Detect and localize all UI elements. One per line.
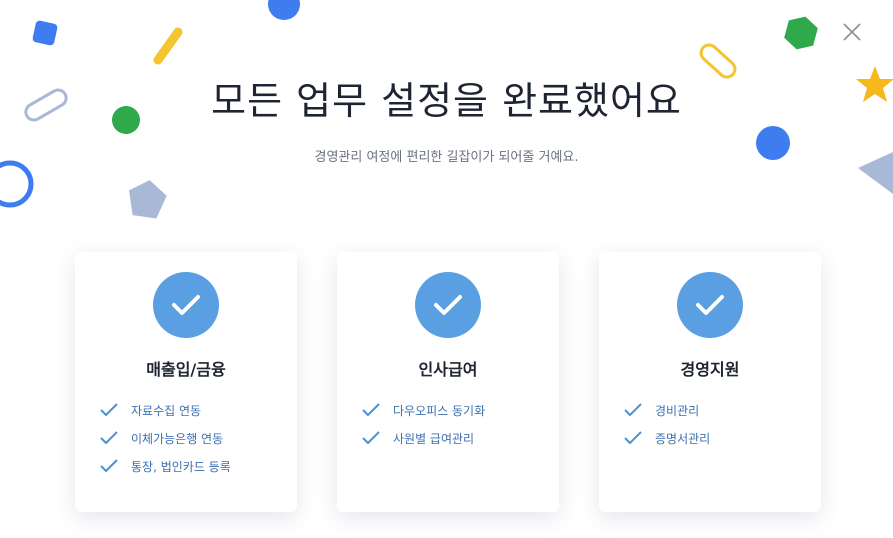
check-icon xyxy=(624,403,642,417)
list-item: 증명서관리 xyxy=(623,424,710,452)
checkmark-icon xyxy=(172,295,200,315)
checkmark-icon xyxy=(696,295,724,315)
close-button[interactable] xyxy=(838,18,866,46)
list-item-label: 사원별 급여관리 xyxy=(393,431,475,446)
list-item: 경비관리 xyxy=(623,396,710,424)
confetti-blue-ring xyxy=(0,160,34,208)
list-item: 이체가능은행 연동 xyxy=(99,424,231,452)
confetti-green-hexagon xyxy=(784,16,818,50)
check-icon xyxy=(100,459,118,473)
setup-card-sales-finance: 매출입/금융 자료수집 연동 이체가능은행 연동 통장, 법인카드 등록 xyxy=(75,252,297,512)
checkmark-icon xyxy=(434,295,462,315)
list-item: 사원별 급여관리 xyxy=(361,424,485,452)
list-item-label: 증명서관리 xyxy=(655,431,711,446)
card-title: 경영지원 xyxy=(680,360,740,379)
check-circle-icon xyxy=(415,272,481,338)
card-item-list: 경비관리 증명서관리 xyxy=(623,396,710,452)
confetti-yellow-pill xyxy=(153,27,183,65)
confetti-gray-pentagon xyxy=(129,180,167,219)
list-item-label: 다우오피스 동기화 xyxy=(393,403,486,418)
confetti-blue-circle-top xyxy=(268,0,300,20)
check-icon xyxy=(362,431,380,445)
list-item-label: 경비관리 xyxy=(655,403,700,418)
list-item: 자료수집 연동 xyxy=(99,396,231,424)
check-icon xyxy=(100,431,118,445)
page-title: 모든 업무 설정을 완료했어요 xyxy=(211,79,682,123)
check-icon xyxy=(100,403,118,417)
list-item: 다우오피스 동기화 xyxy=(361,396,485,424)
close-icon xyxy=(843,23,861,41)
card-title: 매출입/금융 xyxy=(146,360,226,379)
card-title: 인사급여 xyxy=(418,360,478,379)
check-circle-icon xyxy=(677,272,743,338)
setup-card-hr-payroll: 인사급여 다우오피스 동기화 사원별 급여관리 xyxy=(337,252,559,512)
check-icon xyxy=(624,431,642,445)
setup-card-management-support: 경영지원 경비관리 증명서관리 xyxy=(599,252,821,512)
check-icon xyxy=(362,403,380,417)
check-circle-icon xyxy=(153,272,219,338)
list-item-label: 자료수집 연동 xyxy=(131,403,202,418)
card-item-list: 다우오피스 동기화 사원별 급여관리 xyxy=(361,396,485,452)
confetti-blue-square xyxy=(32,20,58,46)
card-item-list: 자료수집 연동 이체가능은행 연동 통장, 법인카드 등록 xyxy=(99,396,231,480)
list-item-label: 이체가능은행 연동 xyxy=(131,431,224,446)
page-subtitle: 경영관리 여정에 편리한 길잡이가 되어줄 거예요. xyxy=(314,150,579,165)
list-item-label: 통장, 법인카드 등록 xyxy=(131,459,231,474)
list-item: 통장, 법인카드 등록 xyxy=(99,452,231,480)
